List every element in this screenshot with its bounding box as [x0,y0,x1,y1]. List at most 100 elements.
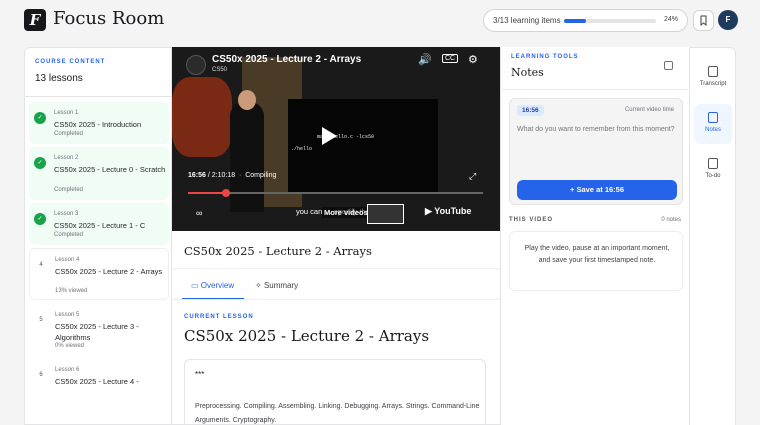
lesson-title: CS50x 2025 - Lecture 4 - [55,377,139,386]
learning-progress: 3/13 learning items 24% [483,9,688,32]
volume-icon[interactable]: 🔊 [418,53,432,66]
progress-fill [564,19,587,23]
video-frame-person [230,102,264,212]
youtube-logo[interactable]: ▶ YouTube [425,206,471,217]
check-icon: ✓ [34,112,46,124]
lesson-title: CS50x 2025 - Lecture 0 - Scratch [54,165,166,174]
bookmark-icon [700,15,707,27]
card-marker: *** [195,370,205,379]
rail-label: Transcript [699,81,727,87]
lesson-item[interactable]: 6 Lesson 6 CS50x 2025 - Lecture 4 - [29,358,169,398]
rail-label: Notes [705,127,721,133]
tab-summary[interactable]: ✧ Summary [255,281,298,290]
lesson-number: Lesson 4 [55,257,80,263]
note-composer: 16:56 Current video time + Save at 16:56 [509,98,683,205]
lesson-item[interactable]: ✓ Lesson 2 CS50x 2025 - Lecture 0 - Scra… [29,147,169,200]
collapse-panel-icon[interactable] [664,61,673,70]
notes-title: Notes [511,66,544,79]
lesson-item[interactable]: 4 Lesson 4 CS50x 2025 - Lecture 2 - Arra… [29,248,169,300]
lesson-number-badge: 6 [35,369,47,381]
current-time: 16:56 [188,172,206,179]
lesson-number: Lesson 1 [54,110,79,116]
top-bar: F Focus Room 3/13 learning items 24% F [0,0,760,42]
current-lesson-label: CURRENT LESSON [184,314,254,320]
fullscreen-icon[interactable]: ⤢ [469,171,476,182]
tab-label: Summary [263,281,299,290]
app-title: Focus Room [53,8,165,29]
video-channel: CS50 [212,67,228,73]
rail-todo[interactable]: To-do [694,150,732,190]
video-frame-person-head [238,90,256,110]
more-videos-label[interactable]: More videos [322,207,370,218]
tool-rail: Transcript Notes To-do [690,47,736,425]
progress-percent: 24% [663,16,678,23]
lesson-title: CS50x 2025 - Lecture 1 - C [54,221,146,230]
lesson-item[interactable]: 5 Lesson 5 CS50x 2025 - Lecture 3 - Algo… [29,303,169,355]
lesson-number-badge: 4 [35,259,47,271]
video-title[interactable]: CS50x 2025 - Lecture 2 - Arrays [212,54,361,65]
lesson-status: Completed [54,232,84,238]
check-icon: ✓ [34,157,46,169]
this-video-label: THIS VIDEO [509,217,554,223]
more-videos-thumbnail[interactable] [367,204,404,224]
video-time: 16:56 / 2:10:18 · Compiling [188,172,277,179]
lesson-number: Lesson 3 [54,211,79,217]
empty-state-text: Play the video, pause at an important mo… [524,245,670,264]
lesson-item[interactable]: ✓ Lesson 1 CS50x 2025 - Introduction Com… [29,102,169,144]
lesson-number: Lesson 6 [55,367,80,373]
captions-icon[interactable]: CC [442,54,459,63]
settings-icon[interactable]: ⚙ [468,53,478,66]
rail-label: To-do [705,173,721,179]
lesson-status: 13% viewed [55,288,88,294]
save-note-button[interactable]: + Save at 16:56 [517,180,677,200]
video-scrubber[interactable] [188,189,483,197]
divider [172,299,500,300]
lesson-item[interactable]: ✓ Lesson 3 CS50x 2025 - Lecture 1 - C Co… [29,203,169,245]
lesson-heading: CS50x 2025 - Lecture 2 - Arrays [184,244,372,258]
rail-notes[interactable]: Notes [694,104,732,144]
lesson-description-card: *** Preprocessing. Compiling. Assembling… [184,359,486,424]
learning-tools-panel: LEARNING TOOLS Notes 16:56 Current video… [500,47,691,425]
lesson-status: 0% viewed [55,343,85,349]
tab-label: Overview [200,281,235,290]
bookmark-button[interactable] [693,10,714,31]
note-input[interactable] [517,124,677,164]
note-count: 0 notes [661,217,681,223]
play-icon[interactable] [322,127,337,145]
avatar[interactable]: F [718,10,738,30]
video-frame-shape [172,77,232,157]
chapter-label: Compiling [245,172,277,179]
note-timestamp-label: Current video time [624,107,674,113]
course-content-label: COURSE CONTENT [35,59,106,65]
progress-text: 3/13 learning items [493,16,561,25]
main-content: make hello.c -lcs50 ./hello CS50x 2025 -… [172,47,500,425]
lesson-number: Lesson 5 [55,312,80,318]
lesson-title: CS50x 2025 - Lecture 3 - Algorithms [55,322,139,342]
progress-track [564,19,656,23]
lesson-count: 13 lessons [35,73,83,84]
book-icon: ▭ [191,281,199,290]
lesson-number-badge: 5 [35,314,47,326]
link-icon[interactable]: ∞ [196,208,202,218]
video-screen-text: ./hello [291,146,313,152]
tab-overview[interactable]: ▭ Overview [191,281,234,290]
video-player[interactable]: make hello.c -lcs50 ./hello CS50x 2025 -… [172,47,500,231]
checklist-icon [708,158,718,169]
course-sidebar: COURSE CONTENT 13 lessons ✓ Lesson 1 CS5… [24,47,172,425]
learning-tools-label: LEARNING TOOLS [511,54,579,60]
divider [501,89,691,90]
lesson-status: Completed [54,187,84,193]
lesson-description: Preprocessing. Compiling. Assembling. Li… [195,403,480,424]
lesson-title: CS50x 2025 - Introduction [54,120,142,129]
rail-transcript[interactable]: Transcript [694,58,732,98]
divider [25,96,171,97]
lesson-status: Completed [54,131,84,137]
lesson-number: Lesson 2 [54,155,79,161]
video-progress-fill [188,192,227,194]
document-icon [708,66,718,77]
channel-avatar[interactable] [186,55,206,75]
lesson-title: CS50x 2025 - Lecture 2 - Arrays [55,267,163,276]
notes-empty-state: Play the video, pause at an important mo… [509,231,683,291]
youtube-label: YouTube [434,206,472,216]
divider [172,268,500,269]
